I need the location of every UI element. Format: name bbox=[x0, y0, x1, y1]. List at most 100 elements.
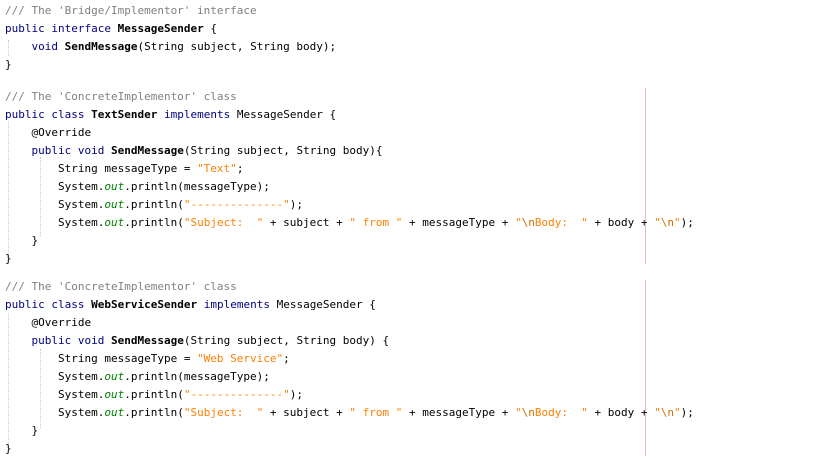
code-line: public interface MessageSender { bbox=[5, 20, 217, 38]
string-literal: " bbox=[514, 216, 522, 229]
code-text: .println(messageType); bbox=[124, 180, 270, 193]
code-text: ); bbox=[680, 216, 694, 229]
string-literal: " from " bbox=[349, 406, 403, 419]
string-literal: " bbox=[654, 406, 661, 419]
code-text: } bbox=[5, 252, 12, 265]
code-text: String messageType = bbox=[57, 352, 198, 365]
keyword: public bbox=[5, 298, 45, 311]
code-text: System. bbox=[57, 406, 105, 419]
code-text: (String subject, String body); bbox=[137, 40, 337, 53]
code-line: /// The 'Bridge/Implementor' interface bbox=[5, 2, 257, 20]
code-text: System. bbox=[57, 216, 105, 229]
method-name: SendMessage bbox=[111, 334, 184, 347]
code-line: System.out.println(messageType); bbox=[5, 368, 270, 386]
code-text: } bbox=[31, 234, 39, 247]
code-text: .println( bbox=[124, 388, 184, 401]
keyword: public bbox=[5, 22, 45, 35]
code-text: } bbox=[5, 58, 12, 71]
code-line: System.out.println("--------------"); bbox=[5, 196, 303, 214]
string-literal: " bbox=[514, 406, 522, 419]
field-name: out bbox=[104, 406, 125, 419]
edge-line-block3 bbox=[645, 280, 646, 456]
code-line: } bbox=[5, 250, 12, 268]
code-text: + messageType + bbox=[402, 216, 515, 229]
keyword: class bbox=[51, 298, 85, 311]
method-name: SendMessage bbox=[111, 144, 184, 157]
code-text: String messageType = bbox=[57, 162, 198, 175]
code-line: public void SendMessage(String subject, … bbox=[5, 332, 390, 350]
code-line: /// The 'ConcreteImplementor' class bbox=[5, 278, 237, 296]
keyword: public bbox=[5, 108, 45, 121]
escape-sequence: \n bbox=[521, 216, 535, 229]
code-text: (String subject, String body){ bbox=[183, 144, 383, 157]
code-line: public void SendMessage(String subject, … bbox=[5, 142, 383, 160]
code-text: (String subject, String body) { bbox=[183, 334, 390, 347]
string-literal: " from " bbox=[349, 216, 403, 229]
field-name: out bbox=[104, 180, 125, 193]
code-text: ; bbox=[283, 352, 290, 365]
code-text: ); bbox=[289, 198, 304, 211]
keyword: implements bbox=[163, 108, 231, 121]
type-name: WebServiceSender bbox=[91, 298, 198, 311]
string-literal: "Subject: " bbox=[183, 406, 264, 419]
keyword: void bbox=[77, 334, 105, 347]
code-line: System.out.println(messageType); bbox=[5, 178, 270, 196]
string-literal: Body: " bbox=[534, 406, 588, 419]
code-line: System.out.println("Subject: " + subject… bbox=[5, 214, 694, 232]
keyword: void bbox=[77, 144, 105, 157]
string-literal: Body: " bbox=[534, 216, 588, 229]
code-text: .println(messageType); bbox=[124, 370, 270, 383]
code-text: } bbox=[5, 442, 12, 455]
keyword: void bbox=[31, 40, 59, 53]
keyword: public bbox=[31, 144, 72, 157]
code-line: } bbox=[5, 422, 39, 440]
code-line: public class TextSender implements Messa… bbox=[5, 106, 336, 124]
code-line: String messageType = "Web Service"; bbox=[5, 350, 290, 368]
string-literal: "Web Service" bbox=[197, 352, 284, 365]
code-text: + body + bbox=[587, 216, 655, 229]
code-editor[interactable]: /// The 'Bridge/Implementor' interface p… bbox=[0, 0, 839, 456]
code-text: + subject + bbox=[263, 406, 350, 419]
keyword: public bbox=[31, 334, 72, 347]
escape-sequence: \n bbox=[521, 406, 535, 419]
annotation: @Override bbox=[31, 316, 92, 329]
string-literal: " bbox=[673, 406, 681, 419]
code-line: } bbox=[5, 56, 12, 74]
string-literal: "--------------" bbox=[183, 198, 290, 211]
string-literal: " bbox=[673, 216, 681, 229]
type-name: MessageSender bbox=[117, 22, 204, 35]
comment: /// The 'ConcreteImplementor' class bbox=[5, 280, 237, 293]
field-name: out bbox=[104, 216, 125, 229]
string-literal: " bbox=[654, 216, 661, 229]
code-line: String messageType = "Text"; bbox=[5, 160, 243, 178]
code-text: + subject + bbox=[263, 216, 350, 229]
string-literal: "Text" bbox=[197, 162, 237, 175]
code-text: { bbox=[203, 22, 217, 35]
string-literal: "--------------" bbox=[183, 388, 290, 401]
field-name: out bbox=[104, 388, 125, 401]
code-text: MessageSender { bbox=[230, 108, 337, 121]
keyword: implements bbox=[203, 298, 270, 311]
escape-sequence: \n bbox=[660, 216, 674, 229]
type-name: TextSender bbox=[91, 108, 158, 121]
code-text: System. bbox=[57, 370, 105, 383]
annotation: @Override bbox=[31, 126, 92, 139]
code-text: } bbox=[31, 424, 39, 437]
string-literal: "Subject: " bbox=[183, 216, 264, 229]
code-line: } bbox=[5, 440, 12, 458]
code-text: System. bbox=[57, 388, 105, 401]
code-text: + messageType + bbox=[402, 406, 515, 419]
code-text: ); bbox=[289, 388, 304, 401]
code-text: .println( bbox=[124, 216, 184, 229]
comment: /// The 'ConcreteImplementor' class bbox=[5, 90, 237, 103]
keyword: interface bbox=[51, 22, 111, 35]
code-line: void SendMessage(String subject, String … bbox=[5, 38, 337, 56]
edge-line-block2 bbox=[645, 88, 646, 264]
method-name: SendMessage bbox=[64, 40, 138, 53]
code-line: } bbox=[5, 232, 39, 250]
code-line: System.out.println("Subject: " + subject… bbox=[5, 404, 694, 422]
comment: /// The 'Bridge/Implementor' interface bbox=[5, 4, 257, 17]
escape-sequence: \n bbox=[660, 406, 674, 419]
code-line: System.out.println("--------------"); bbox=[5, 386, 303, 404]
code-text: ; bbox=[236, 162, 244, 175]
